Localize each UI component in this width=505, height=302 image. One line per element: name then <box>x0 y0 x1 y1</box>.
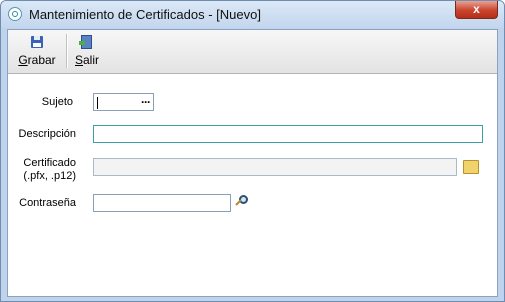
close-icon: x <box>473 2 480 16</box>
subject-label: Sujeto <box>41 96 73 108</box>
certificate-label-line1: Certificado <box>23 157 76 169</box>
toolbar: Grabar Salir <box>8 30 497 74</box>
password-field[interactable] <box>93 194 231 212</box>
password-label: Contraseña <box>19 197 76 209</box>
description-field[interactable] <box>93 125 483 143</box>
save-button[interactable]: Grabar <box>11 32 63 70</box>
certificate-label: Certificado (.pfx, .p12) <box>6 157 76 183</box>
text-caret <box>97 97 98 109</box>
window-title: Mantenimiento de Certificados - [Nuevo] <box>29 7 261 22</box>
exit-button[interactable]: Salir <box>68 32 106 70</box>
subject-picker[interactable]: ··· <box>93 93 154 111</box>
title-bar[interactable]: Mantenimiento de Certificados - [Nuevo] … <box>1 1 504 28</box>
floppy-disk-icon <box>31 36 43 48</box>
certificate-path-field[interactable] <box>93 158 457 176</box>
dialog-window: Mantenimiento de Certificados - [Nuevo] … <box>0 0 505 302</box>
ellipsis-icon[interactable]: ··· <box>141 95 151 109</box>
certificate-label-line2: (.pfx, .p12) <box>23 170 76 182</box>
exit-button-label: Salir <box>74 53 100 67</box>
browse-certificate-button[interactable] <box>461 157 481 177</box>
description-label: Descripción <box>18 128 76 140</box>
save-button-label: Grabar <box>18 53 56 67</box>
app-logo-icon <box>8 7 22 21</box>
exit-door-icon <box>79 35 92 49</box>
folder-search-icon <box>463 160 479 174</box>
search-password-button[interactable] <box>234 193 254 213</box>
close-button[interactable]: x <box>455 1 498 19</box>
